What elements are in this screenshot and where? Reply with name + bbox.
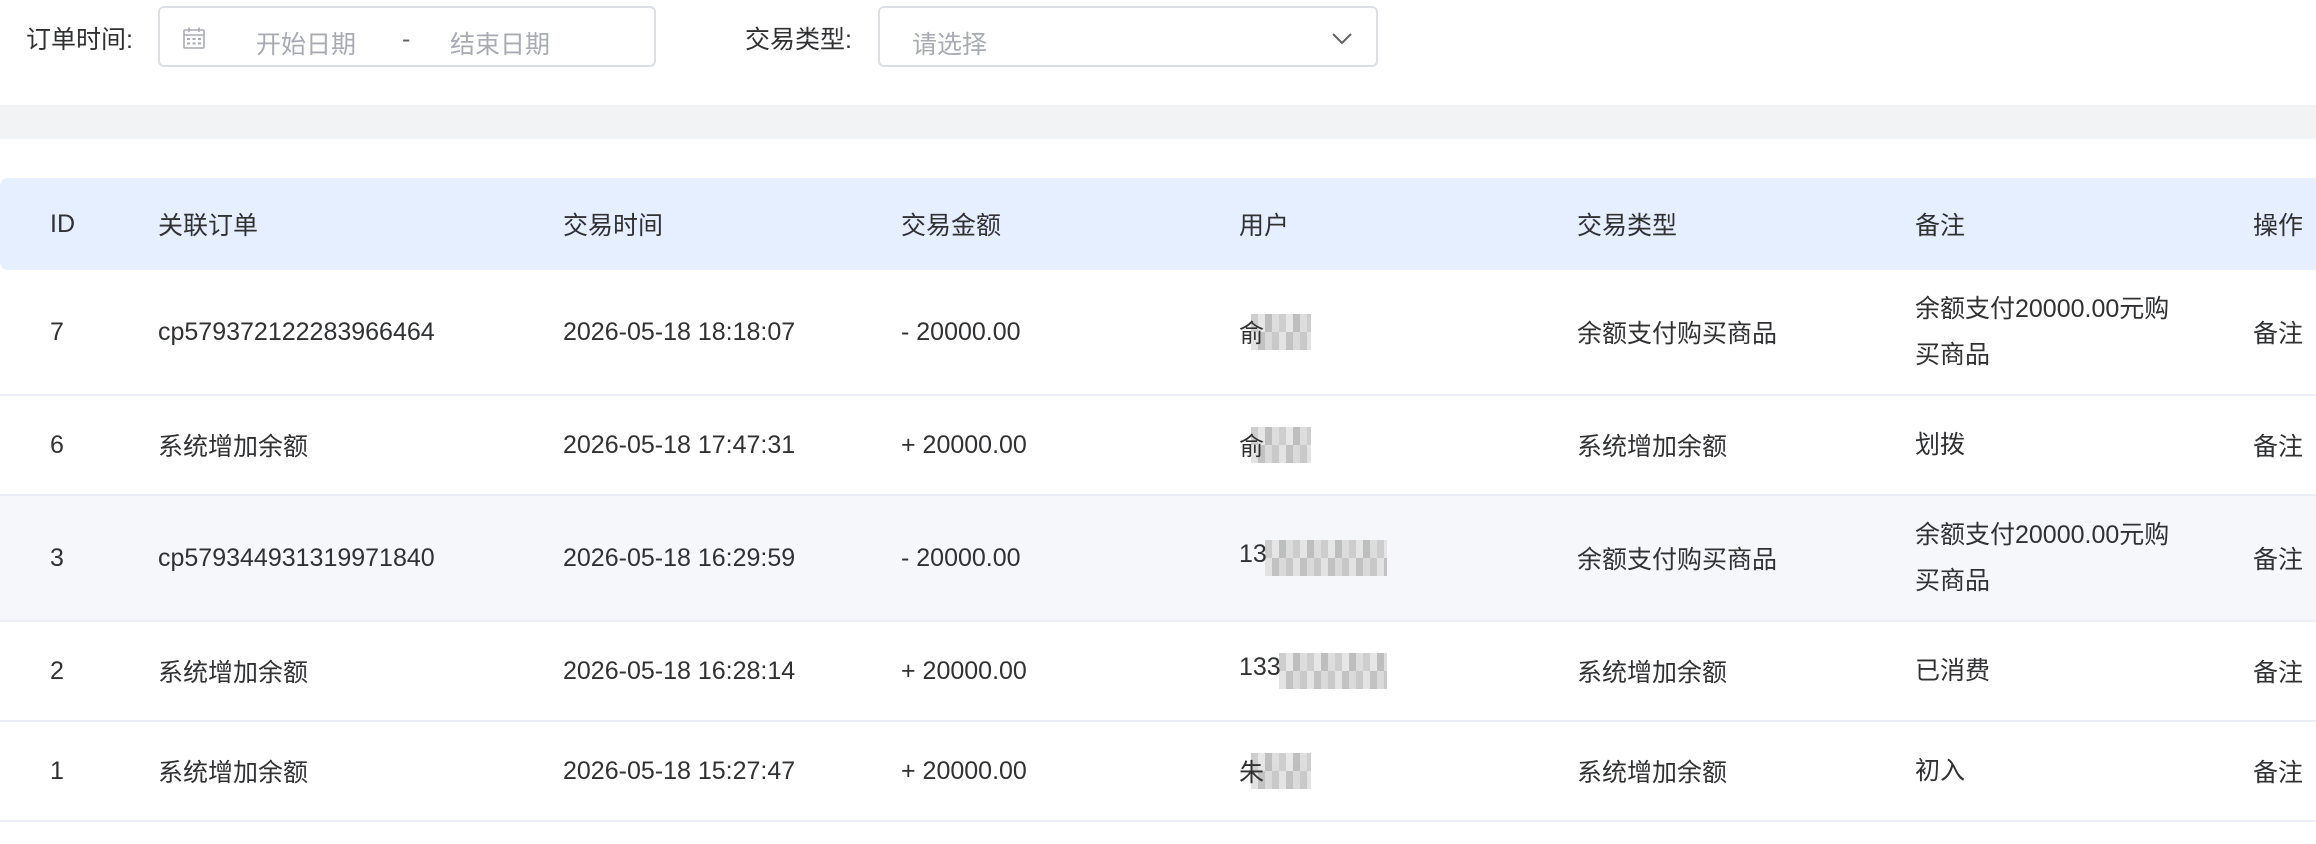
section-divider <box>0 105 2316 139</box>
cell-type: 系统增加余额 <box>1577 395 1915 496</box>
cell-user: 朱 <box>1239 721 1577 822</box>
remark-action-link[interactable]: 备注 <box>2253 270 2316 396</box>
cell-user: 俞 <box>1239 395 1577 496</box>
cell-id: 7 <box>0 270 158 396</box>
remark-action-link[interactable]: 备注 <box>2253 721 2316 822</box>
cell-order: cp579344931319971840 <box>158 495 563 622</box>
column-header-remark: 备注 <box>1915 178 2253 270</box>
cell-remark: 余额支付20000.00元购买商品 <box>1915 495 2253 622</box>
table-row: 6 系统增加余额 2026-05-18 17:47:31 + 20000.00 … <box>0 395 2316 496</box>
cell-remark: 余额支付20000.00元购买商品 <box>1915 270 2253 396</box>
cell-amount: + 20000.00 <box>901 721 1239 822</box>
transactions-table: ID 关联订单 交易时间 交易金额 用户 交易类型 备注 操作 7 cp5793… <box>0 178 2316 822</box>
column-header-time: 交易时间 <box>563 178 901 270</box>
user-name: 俞 <box>1239 320 1265 348</box>
column-header-action: 操作 <box>2253 178 2316 270</box>
user-name: 13 <box>1239 540 1267 568</box>
redaction-mosaic <box>1279 653 1387 689</box>
cell-time: 2026-05-18 16:28:14 <box>563 621 901 722</box>
start-date-input[interactable]: 开始日期 <box>256 25 356 61</box>
cell-time: 2026-05-18 15:27:47 <box>563 721 901 822</box>
column-header-user: 用户 <box>1239 178 1577 270</box>
cell-order: 系统增加余额 <box>158 721 563 822</box>
column-header-amount: 交易金额 <box>901 178 1239 270</box>
date-range-picker[interactable]: 开始日期 - 结束日期 <box>158 6 656 67</box>
column-header-type: 交易类型 <box>1577 178 1915 270</box>
cell-order: cp579372122283966464 <box>158 270 563 396</box>
cell-remark: 已消费 <box>1915 621 2253 722</box>
cell-time: 2026-05-18 17:47:31 <box>563 395 901 496</box>
cell-amount: + 20000.00 <box>901 621 1239 722</box>
remark-action-link[interactable]: 备注 <box>2253 395 2316 496</box>
cell-type: 余额支付购买商品 <box>1577 495 1915 622</box>
cell-amount: - 20000.00 <box>901 270 1239 396</box>
column-header-id: ID <box>0 178 158 270</box>
trade-type-placeholder: 请选择 <box>912 31 988 59</box>
filter-bar: 订单时间: 开始日期 - 结束日期 交易类型: 请选择 <box>0 0 2316 105</box>
cell-id: 6 <box>0 395 158 496</box>
table-row: 7 cp579372122283966464 2026-05-18 18:18:… <box>0 270 2316 396</box>
cell-amount: - 20000.00 <box>901 495 1239 622</box>
table-row: 3 cp579344931319971840 2026-05-18 16:29:… <box>0 495 2316 622</box>
cell-id: 3 <box>0 495 158 622</box>
cell-remark: 划拨 <box>1915 395 2253 496</box>
cell-type: 余额支付购买商品 <box>1577 270 1915 396</box>
cell-amount: + 20000.00 <box>901 395 1239 496</box>
user-name: 俞 <box>1239 433 1265 461</box>
remark-action-link[interactable]: 备注 <box>2253 621 2316 722</box>
cell-id: 2 <box>0 621 158 722</box>
redaction-mosaic <box>1265 540 1387 576</box>
cell-type: 系统增加余额 <box>1577 721 1915 822</box>
column-header-order: 关联订单 <box>158 178 563 270</box>
remark-action-link[interactable]: 备注 <box>2253 495 2316 622</box>
calendar-icon <box>183 27 205 49</box>
cell-remark: 初入 <box>1915 721 2253 822</box>
table-row: 2 系统增加余额 2026-05-18 16:28:14 + 20000.00 … <box>0 621 2316 722</box>
cell-id: 1 <box>0 721 158 822</box>
chevron-down-icon <box>1332 33 1352 45</box>
range-separator: - <box>402 25 411 53</box>
cell-user: 133 <box>1239 621 1577 722</box>
trade-type-label: 交易类型: <box>745 26 852 54</box>
end-date-input[interactable]: 结束日期 <box>450 25 550 61</box>
table-header-row: ID 关联订单 交易时间 交易金额 用户 交易类型 备注 操作 <box>0 178 2316 270</box>
cell-order: 系统增加余额 <box>158 621 563 722</box>
cell-user: 俞 <box>1239 270 1577 396</box>
cell-order: 系统增加余额 <box>158 395 563 496</box>
cell-time: 2026-05-18 18:18:07 <box>563 270 901 396</box>
cell-type: 系统增加余额 <box>1577 621 1915 722</box>
cell-user: 13 <box>1239 495 1577 622</box>
user-name: 朱 <box>1239 759 1265 787</box>
table-row: 1 系统增加余额 2026-05-18 15:27:47 + 20000.00 … <box>0 721 2316 822</box>
order-time-label: 订单时间: <box>26 26 133 54</box>
cell-time: 2026-05-18 16:29:59 <box>563 495 901 622</box>
user-name: 133 <box>1239 653 1281 681</box>
trade-type-select[interactable]: 请选择 <box>878 6 1378 67</box>
